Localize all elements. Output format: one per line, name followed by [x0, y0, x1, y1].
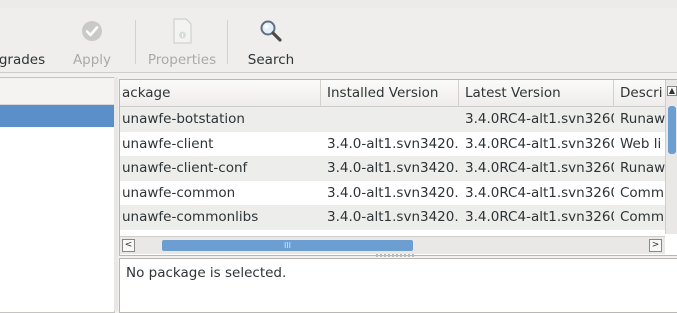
table-header: ackage Installed Version Latest Version … [120, 80, 665, 107]
latest-version-cell: 3.4.0RC4-alt1.svn3260 [465, 135, 614, 152]
category-sidebar [0, 77, 115, 313]
scroll-up-icon[interactable]: ▲ [667, 86, 677, 96]
description-cell: Comm [620, 184, 664, 201]
description-cell: Runaw [620, 111, 665, 127]
search-button[interactable]: Search [244, 8, 298, 72]
apply-button[interactable]: Apply [66, 8, 118, 72]
sidebar-header [0, 78, 114, 105]
pane-divider[interactable] [114, 77, 118, 311]
table-row[interactable]: unawfe-client 3.4.0-alt1.svn3420.1 3.4.0… [120, 131, 665, 156]
description-cell: Web li [620, 135, 662, 152]
vertical-scroll-thumb[interactable] [668, 106, 676, 154]
package-name-cell: unawfe-botstation [122, 111, 245, 127]
table-row[interactable]: unawfe-common 3.4.0-alt1.svn3420.1 3.4.0… [120, 180, 665, 205]
description-cell: Runaw [620, 160, 665, 176]
column-header-latest-version[interactable]: Latest Version [459, 80, 614, 106]
column-header-package[interactable]: ackage [120, 80, 321, 106]
table-row[interactable]: unawfe-commonlibs 3.4.0-alt1.svn3420.1 3… [120, 205, 665, 230]
properties-button[interactable]: Properties [146, 8, 218, 72]
column-header-description[interactable]: Descri [614, 80, 665, 106]
latest-version-cell: 3.4.0RC4-alt1.svn3260 [465, 111, 614, 127]
installed-version-cell: 3.4.0-alt1.svn3420.1 [327, 209, 459, 225]
horizontal-scroll-thumb[interactable]: III [162, 240, 413, 251]
package-details-pane: No package is selected. [119, 258, 677, 313]
description-cell: Comm [620, 209, 664, 225]
latest-version-cell: 3.4.0RC4-alt1.svn3260 [465, 160, 614, 176]
apply-label: Apply [72, 52, 112, 68]
scroll-right-icon[interactable]: > [649, 239, 662, 252]
upgrades-label: grades [0, 52, 46, 68]
toolbar-separator [135, 20, 136, 64]
vertical-scrollbar[interactable]: ▲ [665, 80, 677, 234]
package-table: ackage Installed Version Latest Version … [119, 79, 677, 256]
latest-version-cell: 3.4.0RC4-alt1.svn3260 [465, 184, 614, 201]
installed-version-cell: 3.4.0-alt1.svn3420.1 [327, 160, 459, 176]
horizontal-scrollbar[interactable]: < III > [120, 236, 665, 254]
column-header-installed-version[interactable]: Installed Version [321, 80, 459, 106]
upgrades-icon [11, 16, 41, 46]
splitter-grip[interactable] [376, 254, 416, 257]
installed-version-cell: 3.4.0-alt1.svn3420.1 [327, 184, 459, 201]
table-rows: unawfe-botstation 3.4.0RC4-alt1.svn3260 … [120, 107, 665, 230]
details-message: No package is selected. [126, 265, 287, 281]
latest-version-cell: 3.4.0RC4-alt1.svn3260 [465, 209, 614, 225]
search-label: Search [247, 52, 295, 68]
properties-label: Properties [147, 52, 217, 68]
table-row[interactable]: unawfe-botstation 3.4.0RC4-alt1.svn3260 … [120, 107, 665, 132]
check-circle-icon [77, 16, 107, 46]
upgrades-button[interactable]: grades [0, 8, 52, 72]
package-name-cell: unawfe-client-conf [122, 160, 248, 176]
package-name-cell: unawfe-client [122, 135, 214, 152]
toolbar-separator [227, 20, 228, 64]
scroll-left-icon[interactable]: < [122, 239, 135, 252]
table-row[interactable]: unawfe-client-conf 3.4.0-alt1.svn3420.1 … [120, 156, 665, 181]
package-name-cell: unawfe-commonlibs [122, 209, 259, 225]
toolbar: grades Apply Properties Search [0, 8, 677, 73]
package-name-cell: unawfe-common [122, 184, 236, 201]
installed-version-cell: 3.4.0-alt1.svn3420.1 [327, 135, 459, 152]
sidebar-selected-item[interactable] [0, 105, 114, 127]
magnifier-icon [256, 16, 286, 46]
document-info-icon [167, 16, 197, 46]
